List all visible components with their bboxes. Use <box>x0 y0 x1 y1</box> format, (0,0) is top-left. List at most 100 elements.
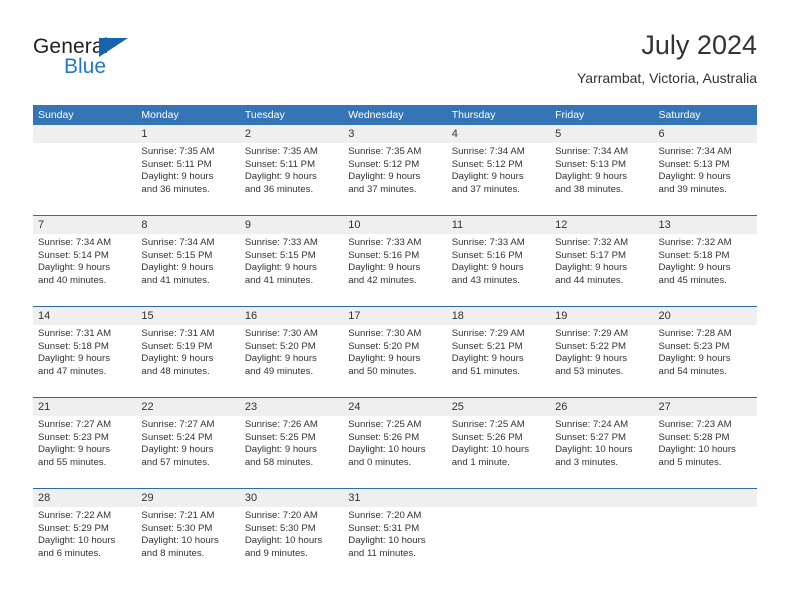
day-cell[interactable]: Sunrise: 7:35 AM Sunset: 5:11 PM Daylight:… <box>136 143 239 215</box>
day-detail-line: and 51 minutes. <box>451 365 520 377</box>
day-number[interactable]: 8 <box>136 216 239 234</box>
day-number[interactable]: 10 <box>343 216 446 234</box>
day-number[interactable]: 31 <box>343 489 446 507</box>
day-number[interactable]: 18 <box>447 307 550 325</box>
day-cell[interactable]: Sunrise: 7:32 AM Sunset: 5:18 PM Daylight:… <box>654 234 757 306</box>
day-cell[interactable]: Sunrise: 7:35 AM Sunset: 5:12 PM Daylight:… <box>343 143 446 215</box>
day-number[interactable]: 14 <box>33 307 136 325</box>
day-cell[interactable]: Sunrise: 7:20 AM Sunset: 5:30 PM Daylight:… <box>240 507 343 579</box>
day-detail-line: Sunrise: 7:34 AM <box>38 237 112 248</box>
day-detail-line: Daylight: 9 hours <box>658 171 731 183</box>
day-detail-line: and 41 minutes. <box>141 274 210 286</box>
day-number <box>33 125 136 143</box>
day-detail-line: Sunset: 5:16 PM <box>451 249 523 261</box>
day-cell[interactable]: Sunrise: 7:27 AM Sunset: 5:24 PM Daylight:… <box>136 416 239 488</box>
day-detail-line: Sunset: 5:13 PM <box>658 158 730 170</box>
calendar-week-row: 28 29 30 31 Sunrise: 7:22 AM Sunset: 5:29 PM D… <box>33 488 757 579</box>
day-cell[interactable]: Sunrise: 7:30 AM Sunset: 5:20 PM Daylight:… <box>240 325 343 397</box>
day-detail-line: Daylight: 9 hours <box>555 353 628 365</box>
day-cell[interactable]: Sunrise: 7:33 AM Sunset: 5:16 PM Daylight:… <box>343 234 446 306</box>
day-cell[interactable]: Sunrise: 7:20 AM Sunset: 5:31 PM Daylight:… <box>343 507 446 579</box>
logo-text-blue: Blue <box>64 55 107 78</box>
day-cell[interactable]: Sunrise: 7:26 AM Sunset: 5:25 PM Daylight:… <box>240 416 343 488</box>
day-number[interactable]: 4 <box>447 125 550 143</box>
day-cell[interactable]: Sunrise: 7:28 AM Sunset: 5:23 PM Daylight:… <box>654 325 757 397</box>
day-cell[interactable]: Sunrise: 7:21 AM Sunset: 5:30 PM Daylight:… <box>136 507 239 579</box>
day-number[interactable]: 29 <box>136 489 239 507</box>
day-number[interactable]: 12 <box>550 216 653 234</box>
day-number[interactable]: 30 <box>240 489 343 507</box>
day-cell[interactable]: Sunrise: 7:34 AM Sunset: 5:15 PM Daylight:… <box>136 234 239 306</box>
day-number[interactable]: 1 <box>136 125 239 143</box>
day-cell[interactable]: Sunrise: 7:31 AM Sunset: 5:18 PM Daylight:… <box>33 325 136 397</box>
day-cell[interactable]: Sunrise: 7:34 AM Sunset: 5:14 PM Daylight:… <box>33 234 136 306</box>
day-cell[interactable]: Sunrise: 7:34 AM Sunset: 5:13 PM Daylight:… <box>550 143 653 215</box>
day-number[interactable]: 17 <box>343 307 446 325</box>
day-cell[interactable]: Sunrise: 7:33 AM Sunset: 5:16 PM Daylight:… <box>447 234 550 306</box>
day-detail-line: Sunrise: 7:23 AM <box>658 419 732 430</box>
day-detail-line: Sunset: 5:25 PM <box>244 431 316 443</box>
day-cell[interactable]: Sunrise: 7:22 AM Sunset: 5:29 PM Daylight:… <box>33 507 136 579</box>
day-cell <box>550 507 653 579</box>
day-detail-line: Sunset: 5:16 PM <box>348 249 420 261</box>
day-detail-line: Daylight: 9 hours <box>244 444 317 456</box>
day-cell[interactable]: Sunrise: 7:25 AM Sunset: 5:26 PM Daylight:… <box>343 416 446 488</box>
general-blue-logo[interactable]: General Blue <box>33 36 213 88</box>
day-number[interactable]: 26 <box>550 398 653 416</box>
day-cell[interactable]: Sunrise: 7:29 AM Sunset: 5:22 PM Daylight:… <box>550 325 653 397</box>
week-daynumber-band: 21 22 23 24 25 26 27 <box>33 398 757 416</box>
day-detail-line: Sunrise: 7:21 AM <box>141 510 215 521</box>
day-number[interactable]: 27 <box>654 398 757 416</box>
day-cell[interactable]: Sunrise: 7:29 AM Sunset: 5:21 PM Daylight:… <box>447 325 550 397</box>
day-cell[interactable]: Sunrise: 7:23 AM Sunset: 5:28 PM Daylight:… <box>654 416 757 488</box>
day-detail-line: Sunset: 5:15 PM <box>141 249 213 261</box>
day-cell[interactable]: Sunrise: 7:34 AM Sunset: 5:13 PM Daylight:… <box>654 143 757 215</box>
day-cell[interactable]: Sunrise: 7:32 AM Sunset: 5:17 PM Daylight:… <box>550 234 653 306</box>
day-detail-line: Sunset: 5:15 PM <box>244 249 316 261</box>
day-cell[interactable]: Sunrise: 7:25 AM Sunset: 5:26 PM Daylight:… <box>447 416 550 488</box>
day-number[interactable]: 19 <box>550 307 653 325</box>
day-number[interactable]: 6 <box>654 125 757 143</box>
day-number[interactable]: 2 <box>240 125 343 143</box>
day-number[interactable]: 25 <box>447 398 550 416</box>
title-block: July 2024 Yarrambat, Victoria, Australia <box>577 28 757 89</box>
day-number[interactable]: 20 <box>654 307 757 325</box>
day-cell[interactable]: Sunrise: 7:27 AM Sunset: 5:23 PM Daylight:… <box>33 416 136 488</box>
day-number[interactable]: 13 <box>654 216 757 234</box>
day-detail-line: and 37 minutes. <box>451 183 520 195</box>
day-detail-line: Daylight: 9 hours <box>658 353 731 365</box>
day-detail-line: and 47 minutes. <box>38 365 107 377</box>
day-detail-line: Sunset: 5:26 PM <box>451 431 523 443</box>
day-detail-line: and 1 minute. <box>451 456 510 468</box>
day-detail-line: Sunset: 5:18 PM <box>658 249 730 261</box>
day-cell[interactable]: Sunrise: 7:31 AM Sunset: 5:19 PM Daylight:… <box>136 325 239 397</box>
day-cell[interactable]: Sunrise: 7:33 AM Sunset: 5:15 PM Daylight:… <box>240 234 343 306</box>
day-cell[interactable]: Sunrise: 7:35 AM Sunset: 5:11 PM Daylight:… <box>240 143 343 215</box>
day-number[interactable]: 9 <box>240 216 343 234</box>
day-number[interactable]: 23 <box>240 398 343 416</box>
day-number[interactable]: 11 <box>447 216 550 234</box>
day-number[interactable]: 15 <box>136 307 239 325</box>
day-cell[interactable]: Sunrise: 7:30 AM Sunset: 5:20 PM Daylight:… <box>343 325 446 397</box>
day-detail-line: Daylight: 9 hours <box>658 262 731 274</box>
day-number[interactable]: 22 <box>136 398 239 416</box>
day-detail-line: Daylight: 9 hours <box>555 171 628 183</box>
day-detail-line: Sunset: 5:24 PM <box>141 431 213 443</box>
day-number[interactable]: 16 <box>240 307 343 325</box>
day-number[interactable]: 28 <box>33 489 136 507</box>
day-detail-line: Sunrise: 7:30 AM <box>244 328 318 339</box>
day-number[interactable]: 5 <box>550 125 653 143</box>
day-number[interactable]: 3 <box>343 125 446 143</box>
day-detail-line: Sunset: 5:14 PM <box>38 249 109 261</box>
day-cell[interactable]: Sunrise: 7:24 AM Sunset: 5:27 PM Daylight:… <box>550 416 653 488</box>
day-detail-line: Daylight: 9 hours <box>141 262 214 274</box>
day-detail-line: and 42 minutes. <box>348 274 417 286</box>
day-cell[interactable]: Sunrise: 7:34 AM Sunset: 5:12 PM Daylight:… <box>447 143 550 215</box>
day-number[interactable]: 24 <box>343 398 446 416</box>
day-number[interactable]: 7 <box>33 216 136 234</box>
day-number[interactable]: 21 <box>33 398 136 416</box>
day-detail-line: and 40 minutes. <box>38 274 107 286</box>
day-detail-line: Daylight: 9 hours <box>244 171 317 183</box>
day-detail-line: Sunrise: 7:33 AM <box>244 237 318 248</box>
day-detail-line: Sunrise: 7:32 AM <box>555 237 629 248</box>
